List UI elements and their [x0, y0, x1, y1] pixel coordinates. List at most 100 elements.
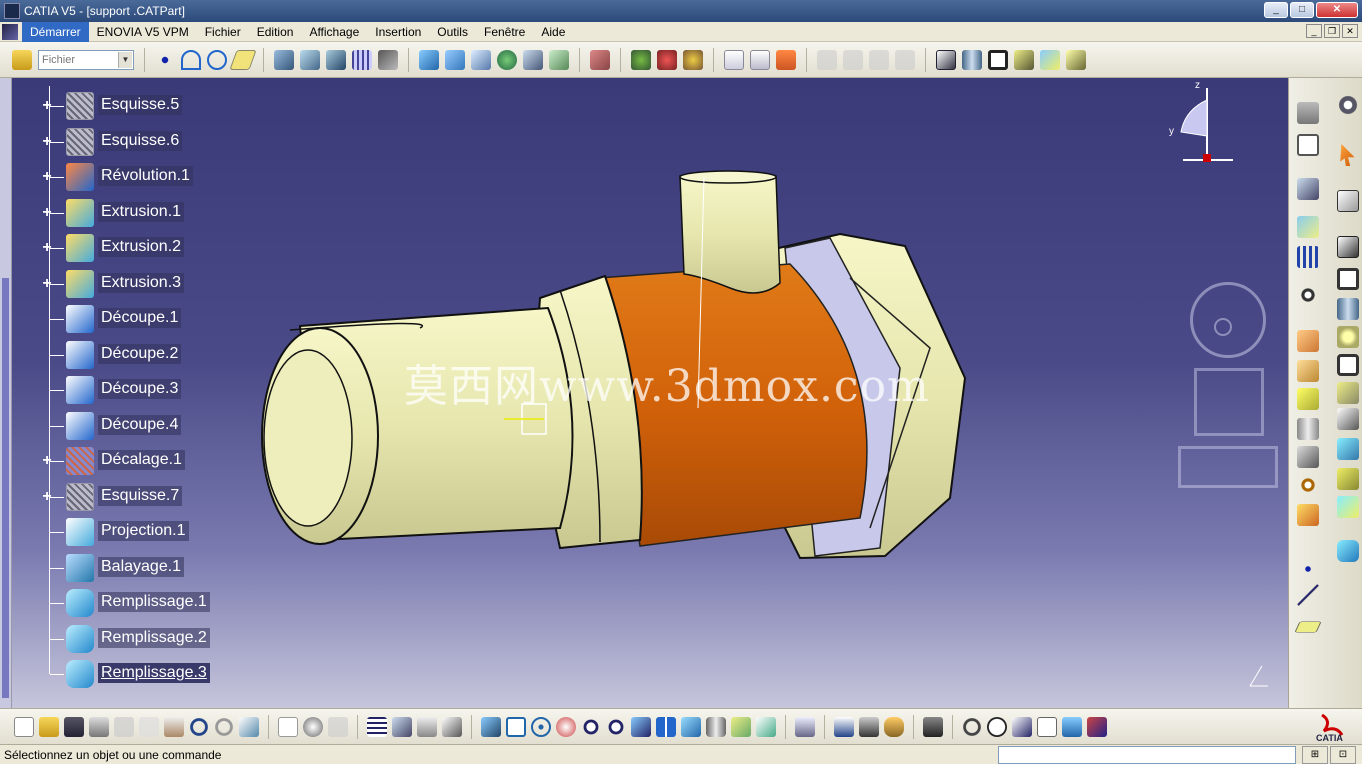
- knowledge-icon[interactable]: [303, 716, 323, 737]
- binary-icon[interactable]: [1037, 716, 1057, 737]
- shaft-side-icon[interactable]: [1337, 298, 1359, 320]
- fly-icon[interactable]: [481, 716, 501, 737]
- clock-icon[interactable]: [987, 716, 1007, 737]
- loft-icon[interactable]: [1066, 49, 1086, 70]
- surface-split-icon[interactable]: [1297, 504, 1319, 526]
- transform-icon[interactable]: [1297, 284, 1319, 306]
- disabled-tool-icon[interactable]: [817, 49, 837, 70]
- slot-icon[interactable]: [1040, 49, 1060, 70]
- expand-plus-icon[interactable]: +: [40, 488, 54, 504]
- document-icon[interactable]: [2, 23, 18, 40]
- body-icon[interactable]: [1297, 178, 1319, 200]
- print-icon[interactable]: [89, 716, 109, 737]
- expand-plus-icon[interactable]: +: [40, 240, 54, 256]
- wireframe-icon[interactable]: [1297, 102, 1319, 124]
- menu-enovia[interactable]: ENOVIA V5 VPM: [89, 22, 197, 42]
- pan-widget[interactable]: [1194, 368, 1264, 436]
- stamp-icon[interactable]: [776, 49, 796, 70]
- expand-plus-icon[interactable]: +: [40, 453, 54, 469]
- lamp-icon[interactable]: [328, 716, 348, 737]
- fillet-icon[interactable]: [1337, 382, 1359, 404]
- menu-outils[interactable]: Outils: [429, 22, 476, 42]
- zoom-widget[interactable]: [1178, 446, 1278, 488]
- status-button-left[interactable]: ⊞: [1302, 746, 1328, 764]
- disabled-tool-icon[interactable]: [843, 49, 863, 70]
- zoom-in-icon[interactable]: [581, 716, 601, 737]
- normal-view-icon[interactable]: [631, 716, 651, 737]
- expand-plus-icon[interactable]: +: [40, 169, 54, 185]
- sketcher-icon[interactable]: [1337, 190, 1359, 212]
- render-green-icon[interactable]: [631, 49, 651, 70]
- capture-icon[interactable]: [923, 716, 943, 737]
- hole-icon[interactable]: [1337, 326, 1359, 348]
- multi-sketch-icon[interactable]: [445, 49, 465, 70]
- minimize-button[interactable]: _: [1264, 2, 1288, 18]
- box-view-icon[interactable]: [1297, 134, 1319, 156]
- lock-icon[interactable]: [417, 716, 437, 737]
- workbench-gear-icon[interactable]: [1337, 94, 1359, 116]
- whats-this-icon[interactable]: [239, 716, 259, 737]
- table-icon[interactable]: [367, 716, 387, 737]
- extrude-icon[interactable]: [274, 49, 294, 70]
- save-icon[interactable]: [64, 716, 84, 737]
- tree-view-icon[interactable]: [392, 716, 412, 737]
- hierarchy-icon[interactable]: [442, 716, 462, 737]
- iso-view-icon[interactable]: [681, 716, 701, 737]
- revolve-icon[interactable]: [300, 49, 320, 70]
- chevron-down-icon[interactable]: ▼: [118, 51, 132, 68]
- catia-app-icon[interactable]: [4, 3, 20, 19]
- globe-icon[interactable]: [497, 49, 517, 70]
- catalog-icon[interactable]: [590, 49, 610, 70]
- open-folder-icon[interactable]: [12, 49, 32, 70]
- multi-body-icon[interactable]: [1297, 216, 1319, 238]
- close-button[interactable]: ✕: [1316, 2, 1358, 18]
- open-file-icon[interactable]: [39, 716, 59, 737]
- fill-surface-icon[interactable]: [1337, 540, 1359, 562]
- cut-icon[interactable]: [114, 716, 134, 737]
- rotate-icon[interactable]: [556, 716, 576, 737]
- chamfer-icon[interactable]: [1337, 408, 1359, 430]
- expand-plus-icon[interactable]: +: [40, 275, 54, 291]
- maximize-button[interactable]: □: [1290, 2, 1314, 18]
- measure-item-icon[interactable]: [859, 716, 879, 737]
- point-icon[interactable]: [155, 49, 175, 70]
- shading-icon[interactable]: [706, 716, 726, 737]
- target-icon[interactable]: [1297, 474, 1319, 496]
- grid-icon[interactable]: [352, 49, 372, 70]
- sweep-icon[interactable]: [326, 49, 346, 70]
- analysis-icon[interactable]: [549, 49, 569, 70]
- line-icon[interactable]: [1297, 584, 1319, 606]
- paste-icon[interactable]: [164, 716, 184, 737]
- rib-icon[interactable]: [1014, 49, 1034, 70]
- axis-tool-icon[interactable]: [1012, 716, 1032, 737]
- multi-view-icon[interactable]: [656, 716, 676, 737]
- swap-visible-icon[interactable]: [756, 716, 776, 737]
- file-combo[interactable]: Fichier ▼: [38, 49, 134, 70]
- spellcheck-icon[interactable]: [724, 49, 744, 70]
- menu-insertion[interactable]: Insertion: [367, 22, 429, 42]
- tools-icon[interactable]: [378, 49, 398, 70]
- spline-icon[interactable]: [181, 49, 201, 70]
- thickness-icon[interactable]: [1337, 496, 1359, 518]
- solid-box-icon[interactable]: [1297, 330, 1319, 352]
- solid-cube-icon[interactable]: [1297, 360, 1319, 382]
- doc-minimize-button[interactable]: _: [1306, 24, 1322, 38]
- yellow-cube-icon[interactable]: [1297, 388, 1319, 410]
- shaft-icon[interactable]: [962, 49, 982, 70]
- wheel-icon[interactable]: [1087, 716, 1107, 737]
- zoom-out-icon[interactable]: [606, 716, 626, 737]
- 3d-viewport[interactable]: 莫西网www.3dmox.com + Esquisse.5 + Esquisse.6 +…: [0, 78, 1288, 708]
- command-input[interactable]: [998, 746, 1296, 764]
- pattern-icon[interactable]: [1297, 246, 1319, 268]
- menu-fichier[interactable]: Fichier: [197, 22, 249, 42]
- pocket-icon[interactable]: [988, 49, 1008, 70]
- undo-icon[interactable]: [189, 716, 209, 737]
- update-icon[interactable]: [795, 716, 815, 737]
- compass-widget[interactable]: z y: [1165, 80, 1245, 170]
- circle-icon[interactable]: [207, 49, 227, 70]
- display-icon[interactable]: [1062, 716, 1082, 737]
- doc-restore-button[interactable]: ❐: [1324, 24, 1340, 38]
- shell-icon[interactable]: [1337, 468, 1359, 490]
- select-arrow-icon[interactable]: [1340, 144, 1355, 166]
- refresh-icon[interactable]: [962, 716, 982, 737]
